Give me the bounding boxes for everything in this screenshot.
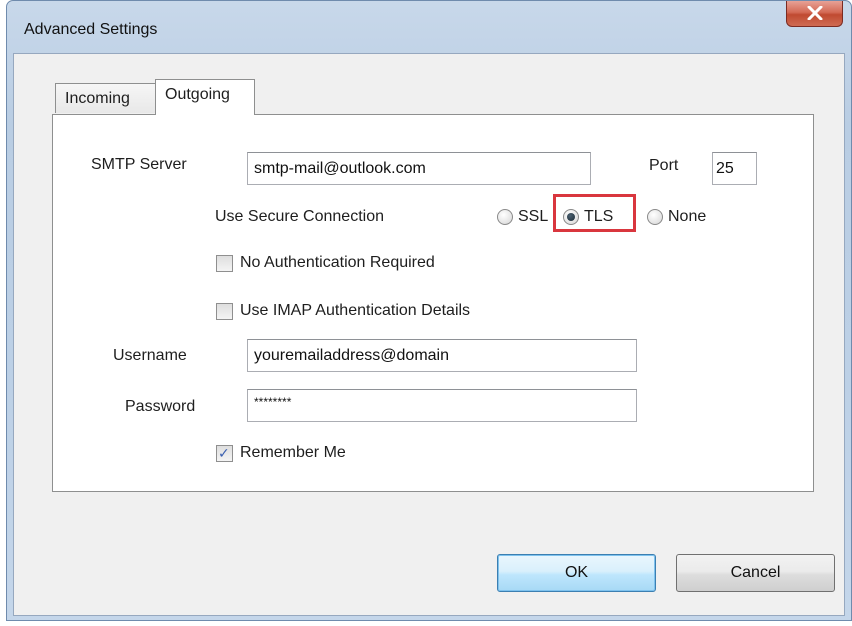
- ssl-radio-label: SSL: [518, 208, 549, 225]
- tls-highlight-box: [553, 194, 636, 232]
- use-imap-auth-checkbox[interactable]: [216, 303, 233, 320]
- port-input[interactable]: [712, 152, 757, 185]
- tab-incoming-label: Incoming: [65, 90, 130, 107]
- password-label: Password: [125, 398, 196, 415]
- password-input[interactable]: [247, 389, 637, 422]
- dialog-body: Incoming Outgoing SMTP Server Port Use S…: [13, 53, 845, 616]
- smtp-server-label: SMTP Server: [91, 156, 187, 173]
- none-radio-label: None: [668, 208, 707, 225]
- checkmark-icon: ✓: [218, 445, 230, 461]
- use-imap-auth-label: Use IMAP Authentication Details: [240, 302, 471, 319]
- close-button[interactable]: [786, 1, 843, 27]
- remember-me-checkbox[interactable]: ✓: [216, 445, 233, 462]
- tab-outgoing-label: Outgoing: [165, 86, 230, 103]
- no-auth-label: No Authentication Required: [240, 254, 435, 271]
- cancel-button[interactable]: Cancel: [676, 554, 835, 592]
- advanced-settings-dialog: Advanced Settings Incoming Outgoing SMTP…: [6, 0, 852, 621]
- username-input[interactable]: [247, 339, 637, 372]
- title-bar[interactable]: Advanced Settings: [7, 1, 851, 53]
- no-auth-checkbox[interactable]: [216, 255, 233, 272]
- outgoing-settings-panel: SMTP Server Port Use Secure Connection S…: [52, 114, 814, 492]
- ok-button[interactable]: OK: [497, 554, 656, 592]
- username-label: Username: [113, 347, 187, 364]
- port-label: Port: [649, 157, 679, 174]
- remember-me-label: Remember Me: [240, 444, 346, 461]
- secure-connection-label: Use Secure Connection: [215, 208, 384, 225]
- ssl-radio[interactable]: [497, 209, 513, 225]
- tab-incoming[interactable]: Incoming: [55, 83, 156, 113]
- dialog-title: Advanced Settings: [24, 21, 158, 38]
- tab-outgoing[interactable]: Outgoing: [155, 79, 255, 115]
- none-radio[interactable]: [647, 209, 663, 225]
- smtp-server-input[interactable]: [247, 152, 591, 185]
- close-icon: [807, 6, 823, 20]
